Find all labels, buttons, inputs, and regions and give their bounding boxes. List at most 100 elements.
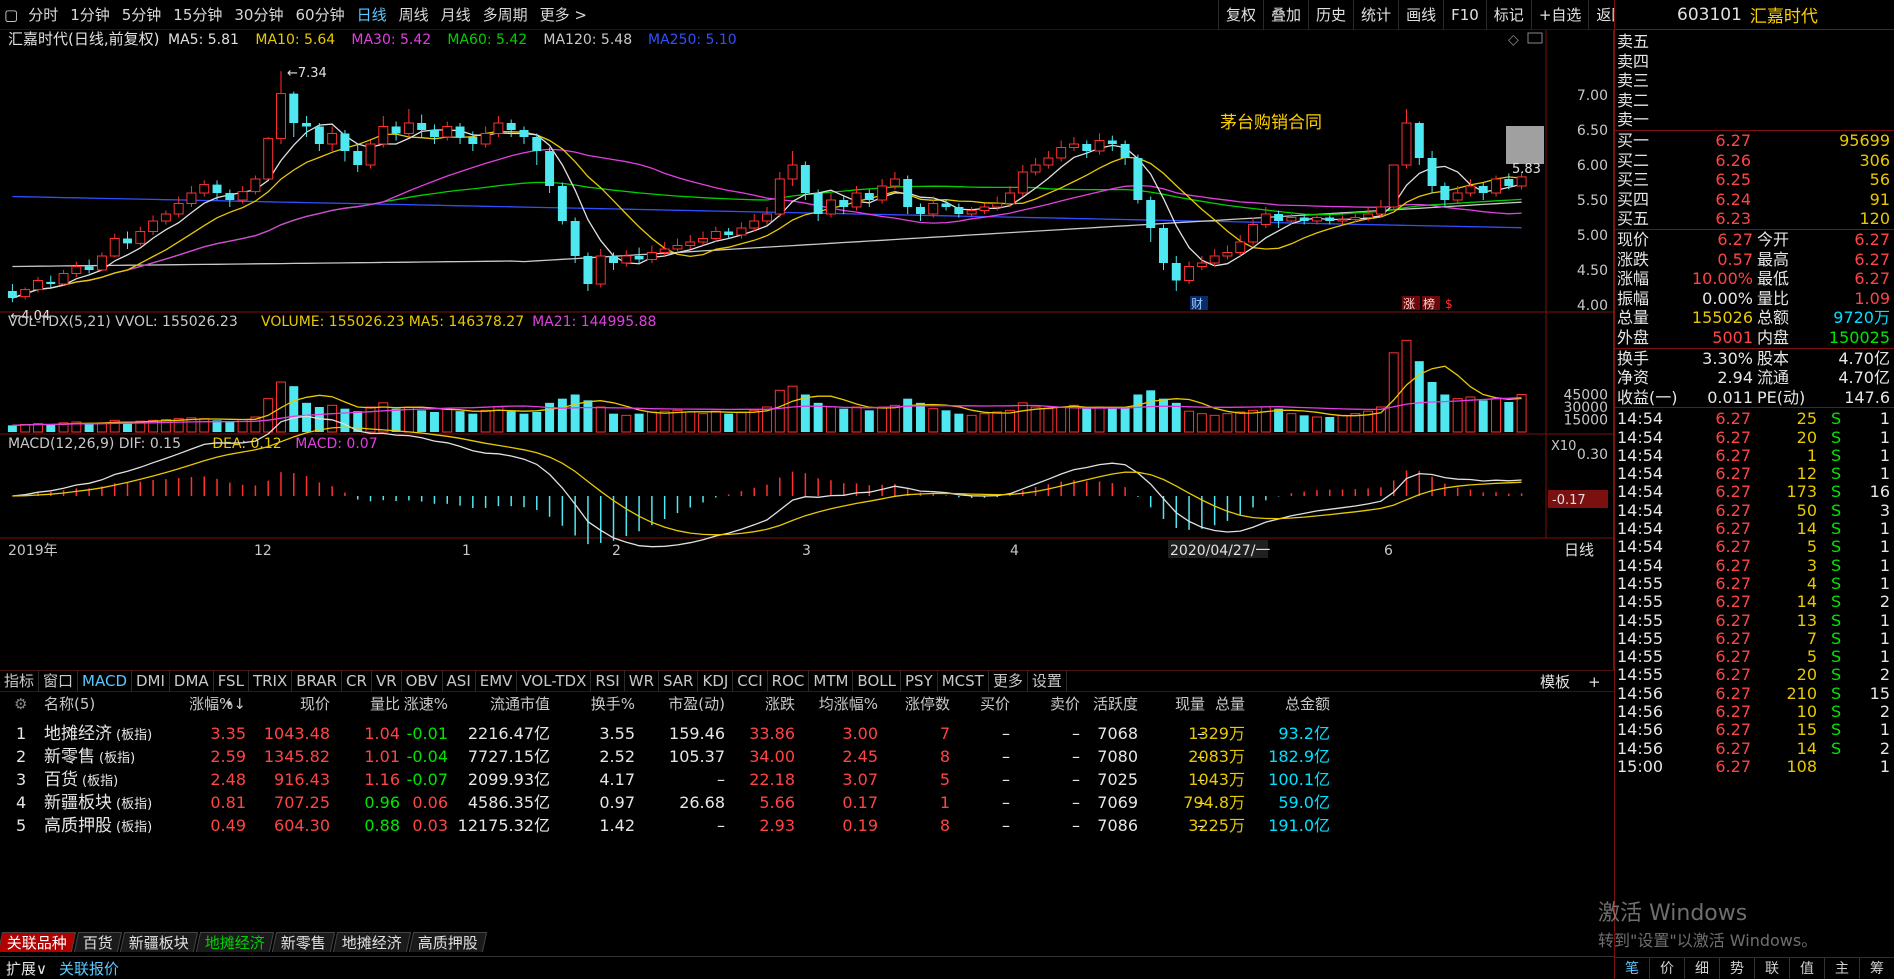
toolbar-btn-4[interactable]: 画线 bbox=[1398, 0, 1443, 30]
period-5[interactable]: 60分钟 bbox=[289, 0, 350, 30]
indicator-tab-15[interactable]: WR bbox=[625, 670, 659, 692]
template-button[interactable]: 模板 bbox=[1540, 671, 1570, 693]
indicator-tab-3[interactable]: DMI bbox=[132, 670, 170, 692]
indicator-tab-4[interactable]: DMA bbox=[170, 670, 214, 692]
settings-gear-icon[interactable]: ⚙ bbox=[14, 692, 27, 720]
indicator-tab-20[interactable]: MTM bbox=[809, 670, 854, 692]
block-tab-4[interactable]: 新零售 bbox=[271, 932, 336, 952]
price-scale-handle[interactable] bbox=[1506, 126, 1544, 164]
volume-bar bbox=[1184, 410, 1195, 433]
indicator-tab-9[interactable]: VR bbox=[372, 670, 402, 692]
header-5[interactable]: 涨速% bbox=[388, 692, 448, 720]
dollar-badge[interactable]: $ bbox=[1445, 297, 1453, 311]
block-tab-1[interactable]: 百货 bbox=[73, 932, 123, 952]
volume-bar bbox=[1082, 408, 1092, 432]
indicator-tab-19[interactable]: ROC bbox=[768, 670, 810, 692]
period-7[interactable]: 周线 bbox=[393, 0, 435, 30]
header-6[interactable]: 流通市值 bbox=[490, 692, 550, 720]
indicator-tab-22[interactable]: PSY bbox=[901, 670, 938, 692]
kline-chart-svg[interactable]: 汇嘉时代(日线,前复权) MA5: 5.81 MA10: 5.64 MA30: 5.4… bbox=[0, 30, 1614, 670]
block-tab-3[interactable]: 地摊经济 bbox=[195, 932, 275, 952]
indicator-tab-13[interactable]: VOL-TDX bbox=[517, 670, 592, 692]
side-tab-6[interactable]: 主 bbox=[1825, 958, 1860, 979]
volume-bar bbox=[928, 408, 939, 433]
block-tab-label: 百货 bbox=[82, 934, 113, 952]
candle-body bbox=[813, 193, 823, 214]
period-8[interactable]: 月线 bbox=[435, 0, 477, 30]
side-tab-3[interactable]: 势 bbox=[1720, 958, 1755, 979]
side-tab-2[interactable]: 细 bbox=[1685, 958, 1720, 979]
toolbar-btn-0[interactable]: 复权 bbox=[1218, 0, 1263, 30]
header-8[interactable]: 市盈(动) bbox=[665, 692, 725, 720]
period-4[interactable]: 30分钟 bbox=[228, 0, 289, 30]
tick-side: S bbox=[1831, 702, 1842, 722]
diamond-icon[interactable]: ◇ bbox=[1508, 32, 1519, 48]
volume-bar bbox=[1043, 408, 1054, 433]
side-tab-7[interactable]: 筹 bbox=[1860, 958, 1894, 979]
header-14[interactable]: 活跃度 bbox=[1078, 692, 1138, 720]
indicator-tab-12[interactable]: EMV bbox=[476, 670, 518, 692]
indicator-tab-11[interactable]: ASI bbox=[443, 670, 476, 692]
period-6[interactable]: 日线 bbox=[351, 0, 393, 30]
toolbar-btn-2[interactable]: 历史 bbox=[1308, 0, 1353, 30]
tick-vol: 50 bbox=[1796, 500, 1817, 520]
quote-l2: 最低 bbox=[1757, 269, 1790, 289]
indicator-tab-25[interactable]: 设置 bbox=[1028, 670, 1067, 692]
window-icon[interactable] bbox=[1527, 32, 1543, 44]
header-12[interactable]: 买价 bbox=[950, 692, 1010, 720]
indicator-tab-17[interactable]: KDJ bbox=[698, 670, 734, 692]
expand-item-0[interactable]: 扩展∨ bbox=[0, 958, 53, 979]
toolbar-btn-6[interactable]: 标记 bbox=[1485, 0, 1531, 30]
toolbar-btn-3[interactable]: 统计 bbox=[1353, 0, 1398, 30]
header-13[interactable]: 卖价 bbox=[1020, 692, 1080, 720]
indicator-tab-24[interactable]: 更多 bbox=[989, 670, 1028, 692]
period-0[interactable]: 分时 bbox=[22, 0, 64, 30]
toolbar-btn-5[interactable]: F10 bbox=[1443, 0, 1486, 30]
indicator-tab-16[interactable]: SAR bbox=[659, 670, 699, 692]
toolbar-btn-7[interactable]: +自选 bbox=[1530, 0, 1589, 30]
toolbar-btn-1[interactable]: 叠加 bbox=[1263, 0, 1308, 30]
volume-bar bbox=[1350, 413, 1361, 433]
side-tab-4[interactable]: 联 bbox=[1755, 958, 1790, 979]
period-2[interactable]: 5分钟 bbox=[116, 0, 168, 30]
indicator-tab-10[interactable]: OBV bbox=[402, 670, 443, 692]
indicator-tab-18[interactable]: CCI bbox=[733, 670, 768, 692]
period-3[interactable]: 15分钟 bbox=[167, 0, 228, 30]
indicator-tab-8[interactable]: CR bbox=[342, 670, 372, 692]
menu-square-icon[interactable]: ▢ bbox=[0, 0, 22, 30]
block-tab-5[interactable]: 地摊经济 bbox=[332, 932, 412, 952]
side-tab-1[interactable]: 价 bbox=[1650, 958, 1685, 979]
side-tab-0[interactable]: 笔 bbox=[1615, 958, 1650, 979]
block-tab-6[interactable]: 高质押股 bbox=[408, 932, 488, 952]
indicator-tab-1[interactable]: 窗口 bbox=[39, 670, 79, 692]
header-17[interactable]: 总金额 bbox=[1270, 692, 1330, 720]
header-11[interactable]: 涨停数 bbox=[890, 692, 950, 720]
add-icon[interactable]: + bbox=[1588, 671, 1601, 693]
table-row[interactable]: 5 高质押股 (板指) 0.49 604.30 0.88 0.03 12175.32亿 1.42… bbox=[0, 812, 1614, 840]
kline-chart-area[interactable]: 汇嘉时代(日线,前复权) MA5: 5.81 MA10: 5.64 MA30: 5.4… bbox=[0, 30, 1614, 670]
indicator-tab-21[interactable]: BOLL bbox=[853, 670, 901, 692]
indicator-tab-0[interactable]: 指标 bbox=[0, 670, 40, 692]
header-7[interactable]: 换手% bbox=[575, 692, 635, 720]
block-tab-2[interactable]: 新疆板块 bbox=[119, 932, 199, 952]
indicator-tab-14[interactable]: RSI bbox=[591, 670, 625, 692]
period-1[interactable]: 1分钟 bbox=[64, 0, 116, 30]
header-16[interactable]: 总量 bbox=[1185, 692, 1245, 720]
period-9[interactable]: 多周期 bbox=[477, 0, 534, 30]
indicator-tab-23[interactable]: MCST bbox=[938, 670, 989, 692]
header-2[interactable]: 涨幅%↓ bbox=[186, 692, 246, 720]
indicator-tab-5[interactable]: FSL bbox=[214, 670, 249, 692]
header-3[interactable]: 现价 bbox=[270, 692, 330, 720]
header-0[interactable]: 名称(5) bbox=[44, 692, 95, 720]
indicator-tab-6[interactable]: TRIX bbox=[249, 670, 293, 692]
tick-list[interactable]: 14:54 6.27 25 S 1 14:54 6.27 20 S 1 14:54 6.27 1 S 1 14… bbox=[1615, 408, 1894, 776]
indicator-tab-7[interactable]: BRAR bbox=[292, 670, 343, 692]
block-tab-0[interactable]: 关联品种 bbox=[0, 932, 77, 952]
expand-item-1[interactable]: 关联报价 bbox=[53, 958, 125, 979]
header-9[interactable]: 涨跌 bbox=[735, 692, 795, 720]
header-10[interactable]: 均涨幅% bbox=[818, 692, 878, 720]
indicator-tab-2[interactable]: MACD bbox=[78, 670, 132, 692]
side-tab-5[interactable]: 值 bbox=[1790, 958, 1825, 979]
period-10[interactable]: 更多 > bbox=[534, 0, 593, 30]
tick-side: S bbox=[1831, 720, 1842, 740]
